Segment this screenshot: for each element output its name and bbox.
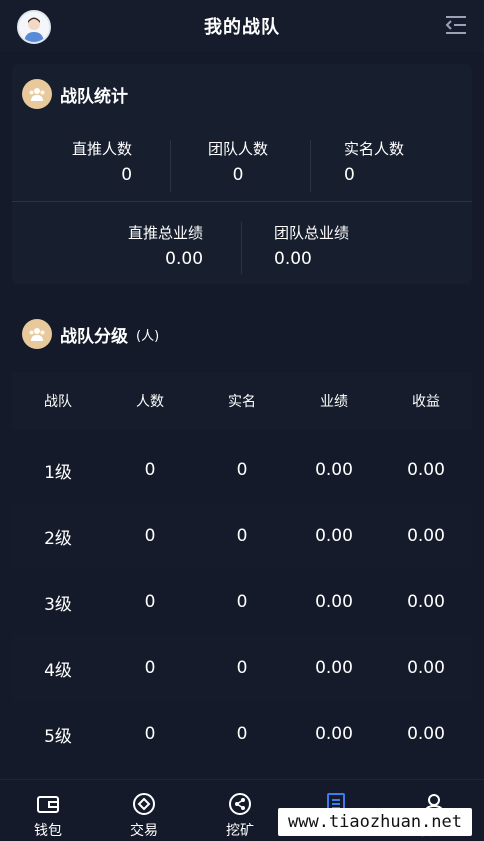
stats-row-1: 直推人数 0 团队人数 0 实名人数 0 [12, 138, 472, 194]
team-icon [22, 319, 52, 349]
table-row: 3级 0 0 0.00 0.00 [12, 569, 472, 635]
table-cell: 0 [144, 658, 156, 678]
menu-collapse-icon[interactable] [444, 14, 468, 36]
tab-mining[interactable]: 挖矿 [192, 792, 288, 840]
stat-team-count: 团队人数 0 [208, 138, 268, 185]
table-cell: 0.00 [315, 658, 353, 678]
levels-table-header: 战队 人数 实名 业绩 收益 [12, 372, 472, 430]
divider [170, 140, 171, 192]
stat-label: 直推总业绩 [128, 224, 204, 242]
table-cell: 0 [144, 724, 156, 744]
stat-value: 0 [121, 165, 133, 185]
table-cell: 0.00 [315, 724, 353, 744]
divider [241, 222, 242, 274]
stats-title: 战队统计 [60, 86, 128, 107]
column-header: 收益 [412, 394, 440, 410]
levels-unit: (人) [136, 328, 160, 344]
divider [12, 201, 472, 202]
tab-trade[interactable]: 交易 [96, 792, 192, 840]
table-cell: 0.00 [315, 526, 353, 546]
table-cell: 0 [236, 460, 248, 480]
page-title: 我的战队 [204, 17, 280, 38]
tab-label: 钱包 [34, 823, 62, 839]
table-cell: 0 [236, 724, 248, 744]
share-nodes-icon [229, 793, 251, 815]
stat-direct-count: 直推人数 0 [72, 138, 132, 185]
column-header: 实名 [228, 394, 256, 410]
table-cell: 0.00 [407, 526, 445, 546]
stat-team-performance: 团队总业绩 0.00 [274, 222, 349, 269]
levels-title: 战队分级 [60, 326, 128, 347]
team-stats-card: 战队统计 直推人数 0 团队人数 0 实名人数 0 直推总业绩 0.00 团队总… [12, 64, 472, 284]
table-cell: 5级 [44, 726, 72, 747]
table-row: 1级 0 0 0.00 0.00 [12, 437, 472, 503]
stat-value: 0 [232, 165, 244, 185]
stat-label: 实名人数 [344, 140, 405, 158]
table-cell: 0.00 [315, 460, 353, 480]
table-cell: 0 [236, 592, 248, 612]
stat-value: 0 [344, 165, 355, 185]
stat-value: 0.00 [274, 249, 312, 269]
table-cell: 0 [144, 460, 156, 480]
table-row: 5级 0 0 0.00 0.00 [12, 701, 472, 767]
column-header: 业绩 [320, 394, 348, 410]
stats-section-header: 战队统计 [22, 79, 128, 109]
stat-label: 团队人数 [208, 140, 269, 158]
table-cell: 1级 [44, 462, 72, 483]
divider [310, 140, 311, 192]
user-avatar-icon[interactable] [17, 10, 51, 44]
team-icon [22, 79, 52, 109]
tab-label: 挖矿 [226, 823, 254, 839]
table-row: 4级 0 0 0.00 0.00 [12, 635, 472, 701]
top-bar: 我的战队 [0, 0, 484, 52]
stat-label: 团队总业绩 [274, 224, 350, 242]
table-cell: 0 [236, 526, 248, 546]
wallet-icon [37, 796, 59, 813]
table-cell: 0.00 [315, 592, 353, 612]
table-cell: 4级 [44, 660, 72, 681]
table-row: 2级 0 0 0.00 0.00 [12, 503, 472, 569]
tab-label: 交易 [130, 823, 158, 839]
column-header: 战队 [44, 394, 72, 410]
levels-section-header: 战队分级 (人) [22, 319, 159, 349]
stat-value: 0.00 [165, 249, 204, 269]
column-header: 人数 [136, 394, 164, 410]
table-cell: 0 [144, 526, 156, 546]
table-cell: 0.00 [407, 592, 445, 612]
stat-verified-count: 实名人数 0 [344, 138, 404, 185]
watermark: www.tiaozhuan.net [278, 808, 472, 836]
table-cell: 3级 [44, 594, 72, 615]
stat-label: 直推人数 [72, 140, 133, 158]
table-cell: 0 [144, 592, 156, 612]
tab-wallet[interactable]: 钱包 [0, 792, 96, 840]
table-cell: 0.00 [407, 460, 445, 480]
table-cell: 0.00 [407, 724, 445, 744]
table-cell: 0.00 [407, 658, 445, 678]
exchange-icon [133, 793, 155, 815]
table-cell: 2级 [44, 528, 72, 549]
stat-direct-performance: 直推总业绩 0.00 [128, 222, 203, 269]
table-cell: 0 [236, 658, 248, 678]
